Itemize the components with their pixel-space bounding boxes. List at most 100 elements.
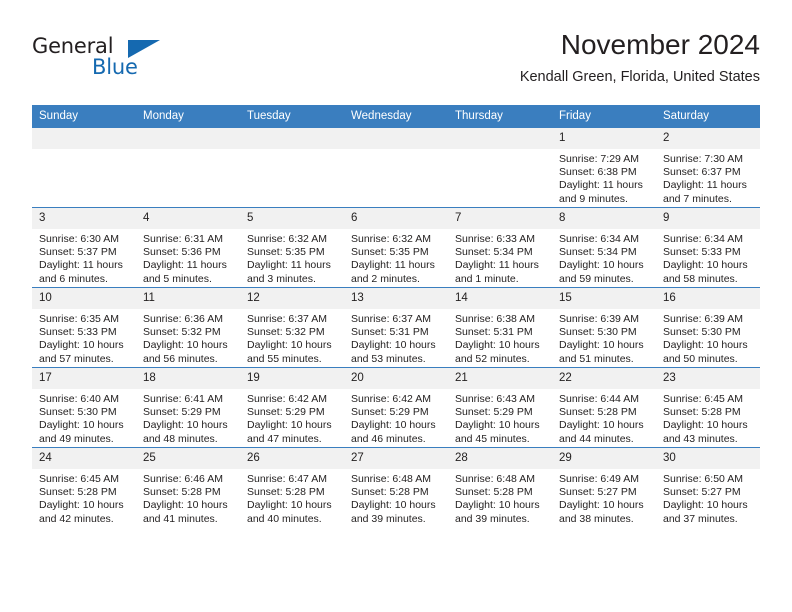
daylight-text: Daylight: 10 hours and 53 minutes.	[351, 339, 436, 365]
day-number: 4	[136, 208, 240, 229]
sunset-text: Sunset: 5:29 PM	[351, 406, 429, 419]
calendar-day-cell[interactable]: 16 Sunrise: 6:39 AM Sunset: 5:30 PM Dayligh…	[656, 287, 760, 368]
sunrise-text: Sunrise: 6:38 AM	[455, 313, 535, 325]
day-number: 17	[32, 368, 136, 389]
day-number	[136, 128, 240, 149]
sunrise-text: Sunrise: 6:44 AM	[559, 393, 639, 405]
daylight-text: Daylight: 10 hours and 38 minutes.	[559, 499, 644, 525]
calendar-day-cell[interactable]: 30 Sunrise: 6:50 AM Sunset: 5:27 PM Dayligh…	[656, 447, 760, 527]
day-number: 7	[448, 208, 552, 229]
calendar-day-cell[interactable]: 26 Sunrise: 6:47 AM Sunset: 5:28 PM Dayligh…	[240, 447, 344, 527]
calendar-day-cell[interactable]: 3 Sunrise: 6:30 AM Sunset: 5:37 PM Daylight…	[32, 207, 136, 288]
sunrise-text: Sunrise: 6:34 AM	[663, 233, 743, 245]
sunrise-text: Sunrise: 6:45 AM	[39, 473, 119, 485]
day-info: Sunrise: 6:34 AM Sunset: 5:34 PM Daylight:…	[552, 229, 656, 286]
calendar-day-cell[interactable]: 8 Sunrise: 6:34 AM Sunset: 5:34 PM Daylight…	[552, 207, 656, 288]
calendar-day-cell[interactable]: 22 Sunrise: 6:44 AM Sunset: 5:28 PM Dayligh…	[552, 367, 656, 448]
sunrise-text: Sunrise: 6:46 AM	[143, 473, 223, 485]
sunrise-text: Sunrise: 6:43 AM	[455, 393, 535, 405]
day-number: 23	[656, 368, 760, 389]
weekday-header-tuesday: Tuesday	[240, 105, 344, 128]
sunset-text: Sunset: 5:28 PM	[559, 406, 637, 419]
day-info: Sunrise: 6:48 AM Sunset: 5:28 PM Daylight:…	[448, 469, 552, 526]
day-number: 13	[344, 288, 448, 309]
sunset-text: Sunset: 5:30 PM	[559, 326, 637, 339]
calendar-day-cell[interactable]: 13 Sunrise: 6:37 AM Sunset: 5:31 PM Dayligh…	[344, 287, 448, 368]
day-info: Sunrise: 6:32 AM Sunset: 5:35 PM Daylight:…	[240, 229, 344, 286]
weekday-header-monday: Monday	[136, 105, 240, 128]
sunrise-text: Sunrise: 6:39 AM	[559, 313, 639, 325]
daylight-text: Daylight: 10 hours and 47 minutes.	[247, 419, 332, 445]
calendar-day-cell[interactable]: 6 Sunrise: 6:32 AM Sunset: 5:35 PM Daylight…	[344, 207, 448, 288]
calendar-week-row: 1 Sunrise: 7:29 AM Sunset: 6:38 PM Daylight…	[32, 128, 760, 208]
calendar-cell-empty	[344, 128, 448, 208]
calendar-day-cell[interactable]: 25 Sunrise: 6:46 AM Sunset: 5:28 PM Dayligh…	[136, 447, 240, 527]
daylight-text: Daylight: 11 hours and 2 minutes.	[351, 259, 435, 285]
day-number	[448, 128, 552, 149]
calendar-day-cell[interactable]: 9 Sunrise: 6:34 AM Sunset: 5:33 PM Daylight…	[656, 207, 760, 288]
calendar-day-cell[interactable]: 4 Sunrise: 6:31 AM Sunset: 5:36 PM Daylight…	[136, 207, 240, 288]
day-number: 28	[448, 448, 552, 469]
calendar-day-cell[interactable]: 2 Sunrise: 7:30 AM Sunset: 6:37 PM Daylight…	[656, 128, 760, 208]
day-info: Sunrise: 6:49 AM Sunset: 5:27 PM Daylight:…	[552, 469, 656, 526]
daylight-text: Daylight: 11 hours and 5 minutes.	[143, 259, 227, 285]
day-number: 5	[240, 208, 344, 229]
day-number: 26	[240, 448, 344, 469]
calendar-day-cell[interactable]: 17 Sunrise: 6:40 AM Sunset: 5:30 PM Dayligh…	[32, 367, 136, 448]
sunset-text: Sunset: 5:36 PM	[143, 246, 221, 259]
sunrise-text: Sunrise: 6:39 AM	[663, 313, 743, 325]
calendar-day-cell[interactable]: 28 Sunrise: 6:48 AM Sunset: 5:28 PM Dayligh…	[448, 447, 552, 527]
day-info: Sunrise: 6:39 AM Sunset: 5:30 PM Daylight:…	[656, 309, 760, 366]
daylight-text: Daylight: 11 hours and 3 minutes.	[247, 259, 331, 285]
calendar-day-cell[interactable]: 1 Sunrise: 7:29 AM Sunset: 6:38 PM Daylight…	[552, 128, 656, 208]
calendar-day-cell[interactable]: 10 Sunrise: 6:35 AM Sunset: 5:33 PM Dayligh…	[32, 287, 136, 368]
sunset-text: Sunset: 5:33 PM	[39, 326, 117, 339]
day-info: Sunrise: 6:40 AM Sunset: 5:30 PM Daylight:…	[32, 389, 136, 446]
daylight-text: Daylight: 10 hours and 52 minutes.	[455, 339, 540, 365]
weekday-header-friday: Friday	[552, 105, 656, 128]
day-info: Sunrise: 6:42 AM Sunset: 5:29 PM Daylight:…	[344, 389, 448, 446]
calendar-week-row: 24 Sunrise: 6:45 AM Sunset: 5:28 PM Dayligh…	[32, 447, 760, 527]
day-info: Sunrise: 6:48 AM Sunset: 5:28 PM Daylight:…	[344, 469, 448, 526]
calendar-day-cell[interactable]: 18 Sunrise: 6:41 AM Sunset: 5:29 PM Dayligh…	[136, 367, 240, 448]
calendar-day-cell[interactable]: 29 Sunrise: 6:49 AM Sunset: 5:27 PM Dayligh…	[552, 447, 656, 527]
sunrise-text: Sunrise: 6:48 AM	[351, 473, 431, 485]
calendar-day-cell[interactable]: 23 Sunrise: 6:45 AM Sunset: 5:28 PM Dayligh…	[656, 367, 760, 448]
calendar-day-cell[interactable]: 21 Sunrise: 6:43 AM Sunset: 5:29 PM Dayligh…	[448, 367, 552, 448]
calendar-day-cell[interactable]: 15 Sunrise: 6:39 AM Sunset: 5:30 PM Dayligh…	[552, 287, 656, 368]
sunset-text: Sunset: 5:31 PM	[351, 326, 429, 339]
calendar-day-cell[interactable]: 14 Sunrise: 6:38 AM Sunset: 5:31 PM Dayligh…	[448, 287, 552, 368]
sunset-text: Sunset: 5:28 PM	[143, 486, 221, 499]
calendar-table: Sunday Monday Tuesday Wednesday Thursday Frid…	[32, 105, 760, 527]
day-info: Sunrise: 6:42 AM Sunset: 5:29 PM Daylight:…	[240, 389, 344, 446]
calendar-day-cell[interactable]: 20 Sunrise: 6:42 AM Sunset: 5:29 PM Dayligh…	[344, 367, 448, 448]
daylight-text: Daylight: 10 hours and 57 minutes.	[39, 339, 124, 365]
calendar-day-cell[interactable]: 7 Sunrise: 6:33 AM Sunset: 5:34 PM Daylight…	[448, 207, 552, 288]
day-number: 15	[552, 288, 656, 309]
calendar-day-cell[interactable]: 12 Sunrise: 6:37 AM Sunset: 5:32 PM Dayligh…	[240, 287, 344, 368]
calendar-day-cell[interactable]: 27 Sunrise: 6:48 AM Sunset: 5:28 PM Dayligh…	[344, 447, 448, 527]
day-number: 14	[448, 288, 552, 309]
sunset-text: Sunset: 5:33 PM	[663, 246, 741, 259]
calendar-day-cell[interactable]: 24 Sunrise: 6:45 AM Sunset: 5:28 PM Dayligh…	[32, 447, 136, 527]
weekday-header-thursday: Thursday	[448, 105, 552, 128]
calendar-day-cell[interactable]: 5 Sunrise: 6:32 AM Sunset: 5:35 PM Daylight…	[240, 207, 344, 288]
day-info: Sunrise: 6:33 AM Sunset: 5:34 PM Daylight:…	[448, 229, 552, 286]
daylight-text: Daylight: 10 hours and 40 minutes.	[247, 499, 332, 525]
sunset-text: Sunset: 5:30 PM	[39, 406, 117, 419]
daylight-text: Daylight: 10 hours and 46 minutes.	[351, 419, 436, 445]
calendar-header-row: Sunday Monday Tuesday Wednesday Thursday Frid…	[32, 105, 760, 128]
sunset-text: Sunset: 5:27 PM	[663, 486, 741, 499]
sunset-text: Sunset: 5:37 PM	[39, 246, 117, 259]
day-info: Sunrise: 6:37 AM Sunset: 5:32 PM Daylight:…	[240, 309, 344, 366]
sunset-text: Sunset: 6:38 PM	[559, 166, 637, 179]
day-info: Sunrise: 6:31 AM Sunset: 5:36 PM Daylight:…	[136, 229, 240, 286]
day-info: Sunrise: 6:35 AM Sunset: 5:33 PM Daylight:…	[32, 309, 136, 366]
calendar-day-cell[interactable]: 11 Sunrise: 6:36 AM Sunset: 5:32 PM Dayligh…	[136, 287, 240, 368]
sunset-text: Sunset: 5:34 PM	[455, 246, 533, 259]
day-info: Sunrise: 6:30 AM Sunset: 5:37 PM Daylight:…	[32, 229, 136, 286]
calendar-week-row: 3 Sunrise: 6:30 AM Sunset: 5:37 PM Daylight…	[32, 207, 760, 288]
brand-logo[interactable]: General Blue	[32, 34, 192, 88]
calendar-day-cell[interactable]: 19 Sunrise: 6:42 AM Sunset: 5:29 PM Dayligh…	[240, 367, 344, 448]
sunrise-text: Sunrise: 7:30 AM	[663, 153, 743, 165]
